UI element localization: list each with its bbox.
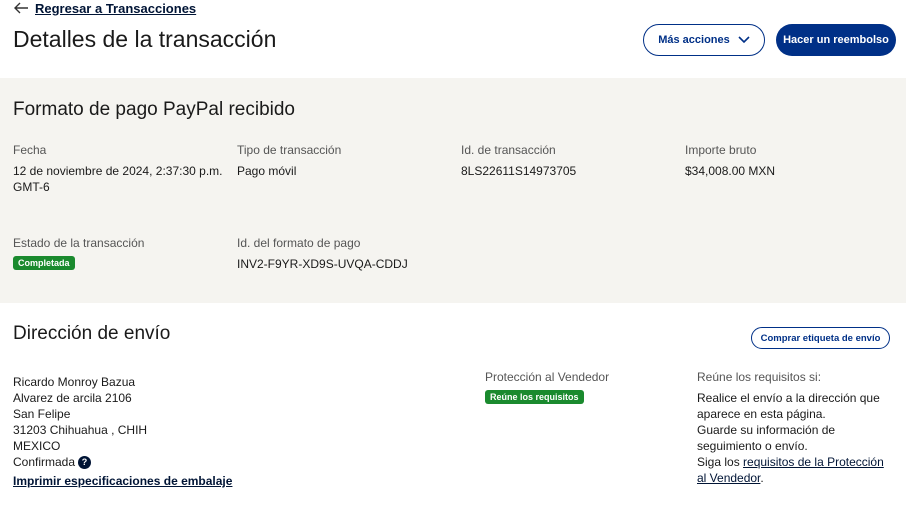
- gross-amount-value: $34,008.00 MXN: [685, 164, 776, 178]
- form-id-label: Id. del formato de pago: [237, 236, 361, 250]
- requirement-line: Guarde su información de: [697, 423, 836, 437]
- date-value: 12 de noviembre de 2024, 2:37:30 p.m. GM…: [13, 163, 222, 195]
- requirement-follow-line: Siga los requisitos de la Protección: [697, 454, 897, 470]
- payment-title: Formato de pago PayPal recibido: [13, 99, 295, 120]
- gross-amount-label: Importe bruto: [685, 143, 757, 157]
- help-icon[interactable]: ?: [78, 455, 92, 469]
- payment-details-panel: Formato de pago PayPal recibido Fecha 12…: [0, 78, 906, 303]
- transaction-id-value: 8LS22611S14973705: [461, 164, 577, 178]
- arrow-left-icon: [14, 2, 28, 14]
- requirement-follow-suffix: .: [760, 471, 764, 485]
- date-label: Fecha: [13, 143, 47, 157]
- shipping-address: Ricardo Monroy Bazua Alvarez de arcila 2…: [13, 374, 147, 470]
- date-value-line1: 12 de noviembre de 2024, 2:37:30 p.m.: [13, 164, 223, 178]
- status-label: Estado de la transacción: [13, 236, 145, 250]
- back-link-label: Regresar a Transacciones: [35, 0, 197, 16]
- shipping-title: Dirección de envío: [13, 323, 171, 344]
- transaction-id-label: Id. de transacción: [461, 143, 556, 157]
- page-title: Detalles de la transacción: [13, 26, 277, 52]
- more-actions-button[interactable]: Más acciones: [643, 24, 765, 56]
- confirmed-label: Confirmada: [13, 455, 76, 469]
- type-label: Tipo de transacción: [237, 143, 342, 157]
- seller-protection-label: Protección al Vendedor: [485, 370, 610, 384]
- buy-shipping-label-button[interactable]: Comprar etiqueta de envío: [751, 327, 890, 349]
- chevron-down-icon: [738, 36, 750, 44]
- requirement-line: Realice el envío a la dirección que: [697, 391, 880, 405]
- date-value-line2: GMT-6: [13, 180, 50, 194]
- requirement-line: aparece en esta página.: [697, 407, 826, 421]
- type-value: Pago móvil: [237, 164, 297, 178]
- address-line: 31203 Chihuahua , CHIH: [13, 423, 148, 437]
- back-to-transactions-link[interactable]: Regresar a Transacciones: [13, 0, 196, 16]
- requirements-title: Reúne los requisitos si:: [697, 370, 822, 384]
- print-packing-specs-link[interactable]: Imprimir especificaciones de embalaje: [13, 474, 232, 488]
- seller-protection-requirements-link-2[interactable]: al Vendedor: [697, 471, 760, 485]
- requirement-line: seguimiento o envío.: [697, 439, 808, 453]
- requirement-follow-line-2: al Vendedor.: [697, 470, 897, 486]
- confirmed-row: Confirmada ?: [13, 454, 147, 470]
- requirements-list: Realice el envío a la dirección que apar…: [697, 390, 897, 486]
- address-line: San Felipe: [13, 407, 71, 421]
- form-id-value: INV2-F9YR-XD9S-UVQA-CDDJ: [237, 257, 408, 271]
- more-actions-label: Más acciones: [658, 34, 730, 46]
- refund-button[interactable]: Hacer un reembolso: [776, 24, 896, 56]
- status-badge: Completada: [13, 256, 75, 270]
- address-line: MEXICO: [13, 439, 61, 453]
- address-line: Ricardo Monroy Bazua: [13, 375, 136, 389]
- seller-protection-badge: Reúne los requisitos: [485, 390, 584, 404]
- address-line: Alvarez de arcila 2106: [13, 391, 132, 405]
- requirement-follow-prefix: Siga los: [697, 455, 744, 469]
- seller-protection-requirements-link[interactable]: requisitos de la Protección: [743, 455, 884, 469]
